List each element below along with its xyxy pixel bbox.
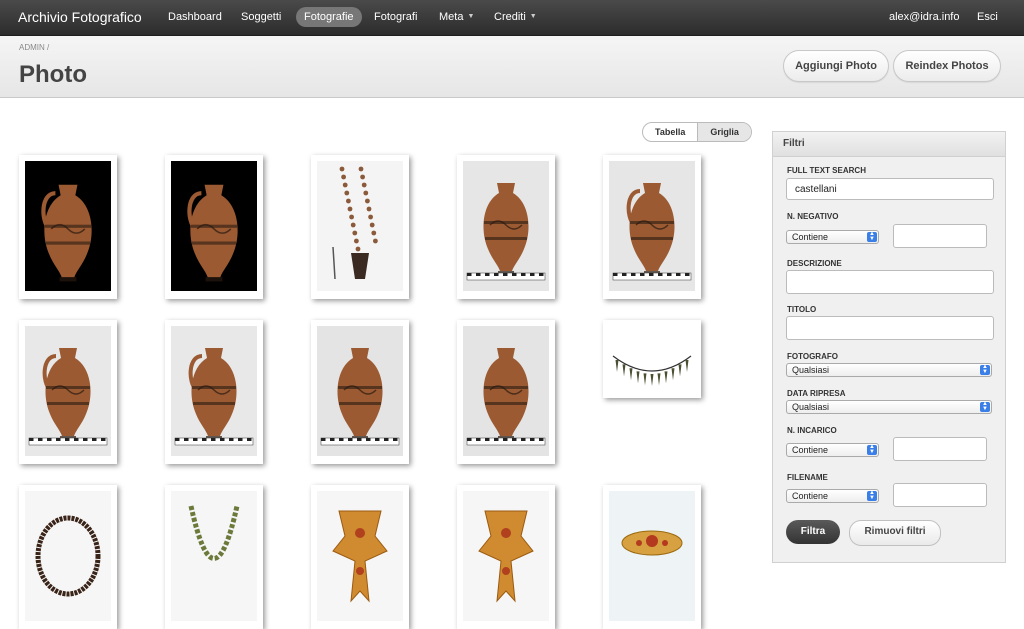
incarico-label: N. INCARICO [787, 426, 837, 435]
filter-panel-title: Filtri [773, 132, 1005, 157]
photo-thumbnail[interactable] [19, 485, 117, 629]
photo-thumbnail[interactable] [19, 155, 117, 299]
fotografo-select-value: Qualsiasi [792, 365, 830, 375]
page-title: Photo [19, 61, 87, 88]
negativo-operator-value: Contiene [792, 232, 829, 242]
photo-image [317, 326, 403, 456]
photo-thumbnail[interactable] [603, 155, 701, 299]
negativo-operator-select[interactable]: Contiene ▲ ▼ [786, 230, 879, 244]
nav-crediti[interactable]: Crediti ▼ [486, 7, 545, 27]
add-photo-button[interactable]: Aggiungi Photo [783, 50, 889, 82]
photo-image [171, 326, 257, 456]
photo-thumbnail[interactable] [311, 485, 409, 629]
filename-label: FILENAME [787, 473, 828, 482]
select-arrows-icon: ▲ ▼ [980, 364, 990, 375]
remove-filters-button[interactable]: Rimuovi filtri [849, 520, 941, 546]
app-brand[interactable]: Archivio Fotografico [18, 9, 142, 25]
nav-fotografie[interactable]: Fotografie [296, 7, 362, 27]
filename-operator-value: Contiene [792, 491, 829, 501]
nav-crediti-label: Crediti [494, 11, 526, 23]
photo-image [171, 161, 257, 291]
photo-image [463, 491, 549, 621]
nav-meta[interactable]: Meta ▼ [431, 7, 482, 27]
photo-image [609, 161, 695, 291]
nav-dashboard-label: Dashboard [168, 11, 222, 23]
fulltext-search-input[interactable]: castellani [786, 178, 994, 200]
photo-image [171, 491, 257, 621]
chevron-down-icon: ▼ [467, 13, 475, 21]
logout-link[interactable]: Esci [977, 7, 998, 27]
select-arrows-icon: ▲ ▼ [867, 444, 877, 455]
incarico-operator-value: Contiene [792, 445, 829, 455]
reindex-photos-button[interactable]: Reindex Photos [893, 50, 1001, 82]
breadcrumb-separator: / [47, 43, 50, 52]
filter-panel: Filtri FULL TEXT SEARCH castellani N. NE… [772, 131, 1006, 563]
descrizione-label: DESCRIZIONE [787, 259, 842, 268]
select-arrows-icon: ▲ ▼ [867, 231, 877, 242]
filename-input[interactable] [893, 483, 987, 507]
photo-image [25, 491, 111, 621]
select-arrows-icon: ▲ ▼ [867, 490, 877, 501]
user-email-link[interactable]: alex@idra.info [889, 7, 959, 27]
titolo-input[interactable] [786, 316, 994, 340]
negativo-label: N. NEGATIVO [787, 212, 839, 221]
photo-thumbnail[interactable] [165, 155, 263, 299]
photo-image [25, 326, 111, 456]
breadcrumb-admin-link[interactable]: ADMIN [19, 43, 45, 52]
nav-fotografi-label: Fotografi [374, 11, 418, 23]
view-toggle: Tabella Griglia [642, 122, 752, 142]
photo-thumbnail[interactable] [603, 485, 701, 629]
photo-thumbnail[interactable] [165, 320, 263, 464]
grid-view-button[interactable]: Griglia [697, 123, 751, 141]
photo-thumbnail[interactable] [603, 320, 701, 398]
photo-image [609, 326, 695, 392]
fulltext-label: FULL TEXT SEARCH [787, 166, 866, 175]
negativo-input[interactable] [893, 224, 987, 248]
photo-thumbnail[interactable] [457, 485, 555, 629]
select-arrows-icon: ▲ ▼ [980, 401, 990, 412]
photo-image [25, 161, 111, 291]
photo-thumbnail[interactable] [19, 320, 117, 464]
data-ripresa-label: DATA RIPRESA [787, 389, 846, 398]
photo-image [463, 326, 549, 456]
nav-fotografie-label: Fotografie [304, 11, 354, 23]
breadcrumb: ADMIN / [19, 43, 49, 52]
nav-fotografi[interactable]: Fotografi [366, 7, 425, 27]
photo-thumbnail[interactable] [457, 155, 555, 299]
top-navbar: Archivio Fotografico Dashboard Soggetti … [0, 0, 1024, 36]
photo-thumbnail[interactable] [457, 320, 555, 464]
page-header: ADMIN / Photo Aggiungi Photo Reindex Pho… [0, 36, 1024, 98]
data-ripresa-select[interactable]: Qualsiasi ▲ ▼ [786, 400, 992, 414]
data-ripresa-select-value: Qualsiasi [792, 402, 830, 412]
nav-soggetti-label: Soggetti [241, 11, 282, 23]
table-view-button[interactable]: Tabella [643, 123, 697, 141]
photo-image [317, 491, 403, 621]
filter-submit-button[interactable]: Filtra [786, 520, 840, 544]
incarico-input[interactable] [893, 437, 987, 461]
photo-image [317, 161, 403, 291]
photo-thumbnail[interactable] [165, 485, 263, 629]
photo-thumbnail[interactable] [311, 320, 409, 464]
nav-dashboard[interactable]: Dashboard [160, 7, 230, 27]
photo-thumbnail[interactable] [311, 155, 409, 299]
fotografo-label: FOTOGRAFO [787, 352, 838, 361]
chevron-down-icon: ▼ [529, 13, 537, 21]
fotografo-select[interactable]: Qualsiasi ▲ ▼ [786, 363, 992, 377]
photo-image [609, 491, 695, 621]
photo-image [463, 161, 549, 291]
descrizione-input[interactable] [786, 270, 994, 294]
nav-meta-label: Meta [439, 11, 464, 23]
nav-soggetti[interactable]: Soggetti [233, 7, 289, 27]
incarico-operator-select[interactable]: Contiene ▲ ▼ [786, 443, 879, 457]
filename-operator-select[interactable]: Contiene ▲ ▼ [786, 489, 879, 503]
titolo-label: TITOLO [787, 305, 817, 314]
